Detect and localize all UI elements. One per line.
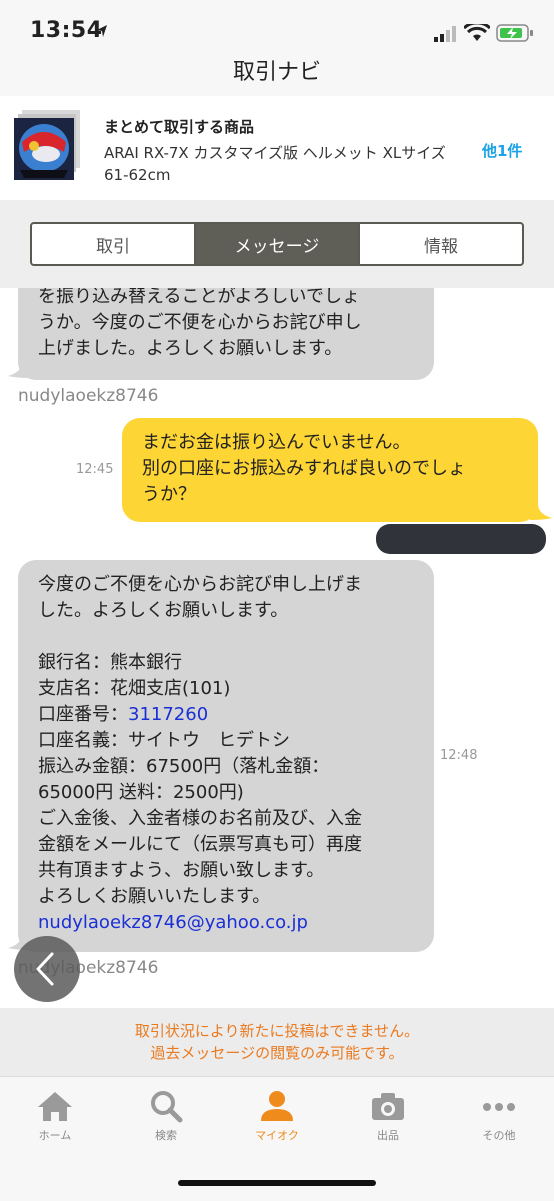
person-icon bbox=[261, 1091, 293, 1121]
item-description: ARAI RX-7X カスタマイズ版 ヘルメット XLサイズ 61-62cm bbox=[104, 144, 446, 184]
message-bubble-sent: まだお金は振り込んでいません。 別の口座にお振込みすれば良いのでしょ うか？ bbox=[122, 418, 538, 522]
message-line: 別の口座にお振込みすれば良いのでしょ bbox=[142, 458, 466, 479]
helmet-image bbox=[14, 118, 74, 180]
message-bubble-received: 今度のご不便を心からお詫び申し上げま した。よろしくお願いします。 銀行名：熊本… bbox=[18, 560, 434, 952]
bubble-tail-right bbox=[530, 504, 552, 520]
notice-banner: 取引状況により新たに投稿はできません。 過去メッセージの閲覧のみ可能です。 bbox=[0, 1008, 554, 1076]
message-line: 今度のご不便を心からお詫び申し上げま bbox=[38, 574, 362, 595]
tabbar-search[interactable]: 検索 bbox=[121, 1089, 211, 1143]
account-number-line: 口座番号：3117260 bbox=[38, 702, 414, 728]
message-line: 金額をメールにて（伝票写真も可）再度 bbox=[38, 834, 362, 855]
tabbar-more[interactable]: その他 bbox=[454, 1089, 544, 1143]
message-line: 65000円 送料：2500円) bbox=[38, 782, 244, 803]
message-time: 12:48 bbox=[440, 748, 478, 763]
segmented-control: 取引 メッセージ 情報 bbox=[30, 222, 524, 266]
item-title: まとめて取引する商品 bbox=[104, 118, 255, 136]
tabbar-label: 検索 bbox=[155, 1129, 177, 1142]
message-line: うか？ bbox=[142, 484, 196, 505]
tabbar-label: マイオク bbox=[255, 1129, 299, 1142]
message-line: した。よろしくお願いします。 bbox=[38, 600, 289, 621]
message-line: 共有頂ますよう、お願い致します。 bbox=[38, 860, 325, 881]
message-line: まだお金は振り込んでいません。 bbox=[142, 432, 411, 453]
tabbar-myauction[interactable]: マイオク bbox=[232, 1089, 322, 1143]
message-line: 支店名：花畑支店(101) bbox=[38, 678, 231, 699]
tab-info[interactable]: 情報 bbox=[358, 224, 522, 264]
message-line: 口座名義：サイトウ ヒデトシ bbox=[38, 730, 290, 751]
message-line: 振込み金額：67500円（落札金額： bbox=[38, 756, 330, 777]
back-button[interactable] bbox=[14, 936, 80, 1002]
notice-line: 取引状況により新たに投稿はできません。 bbox=[134, 1022, 420, 1040]
message-bubble-received: を振り込み替えることがよろしいでしょ うか。今度のご不便を心からお詫び申し 上げ… bbox=[18, 288, 434, 380]
tab-transaction[interactable]: 取引 bbox=[32, 224, 194, 264]
nav-bar: 取引ナビ bbox=[0, 44, 554, 96]
camera-icon bbox=[372, 1093, 404, 1120]
item-thumbnail[interactable] bbox=[14, 118, 74, 180]
bubble-tail-left bbox=[8, 362, 30, 378]
page-title: 取引ナビ bbox=[232, 60, 321, 85]
account-number-link[interactable]: 3117260 bbox=[128, 704, 208, 725]
message-line: 銀行名：熊本銀行 bbox=[38, 652, 182, 673]
tabbar-sell[interactable]: 出品 bbox=[343, 1089, 433, 1143]
sender-name: nudylaoekz8746 bbox=[18, 386, 159, 406]
message-line: を振り込み替えることがよろしいでしょ bbox=[38, 288, 361, 307]
message-line: 上げました。よろしくお願いします。 bbox=[38, 338, 343, 359]
wifi-icon bbox=[464, 24, 490, 41]
status-time: 13:54 bbox=[30, 18, 103, 43]
notice-line: 過去メッセージの閲覧のみ可能です。 bbox=[150, 1044, 404, 1062]
account-label: 口座番号： bbox=[38, 704, 128, 725]
message-line: ご入金後、入金者様のお名前及び、入金 bbox=[38, 808, 362, 829]
home-icon bbox=[38, 1092, 72, 1121]
item-summary[interactable]: まとめて取引する商品 ARAI RX-7X カスタマイズ版 ヘルメット XLサイ… bbox=[0, 96, 554, 201]
tabbar-label: その他 bbox=[482, 1129, 516, 1142]
signal-icon bbox=[434, 26, 456, 42]
home-indicator bbox=[178, 1180, 376, 1186]
location-arrow-icon bbox=[97, 25, 107, 37]
more-items-link[interactable]: 他1件 bbox=[482, 140, 522, 161]
search-icon bbox=[151, 1091, 183, 1123]
tabbar-home[interactable]: ホーム bbox=[10, 1089, 100, 1143]
redacted-username bbox=[376, 524, 546, 554]
chevron-left-icon bbox=[36, 952, 54, 986]
tab-messages[interactable]: メッセージ bbox=[194, 224, 358, 264]
message-line: よろしくお願いいたします。 bbox=[38, 886, 271, 907]
email-link[interactable]: nudylaoekz8746@yahoo.co.jp bbox=[38, 910, 414, 936]
more-icon bbox=[483, 1103, 515, 1111]
message-time: 12:45 bbox=[76, 462, 114, 477]
message-line: うか。今度のご不便を心からお詫び申し bbox=[38, 312, 362, 333]
battery-icon bbox=[496, 24, 533, 42]
message-list[interactable]: を振り込み替えることがよろしいでしょ うか。今度のご不便を心からお詫び申し 上げ… bbox=[0, 288, 554, 1008]
tabbar-label: 出品 bbox=[377, 1129, 399, 1142]
tabbar-label: ホーム bbox=[38, 1129, 72, 1142]
